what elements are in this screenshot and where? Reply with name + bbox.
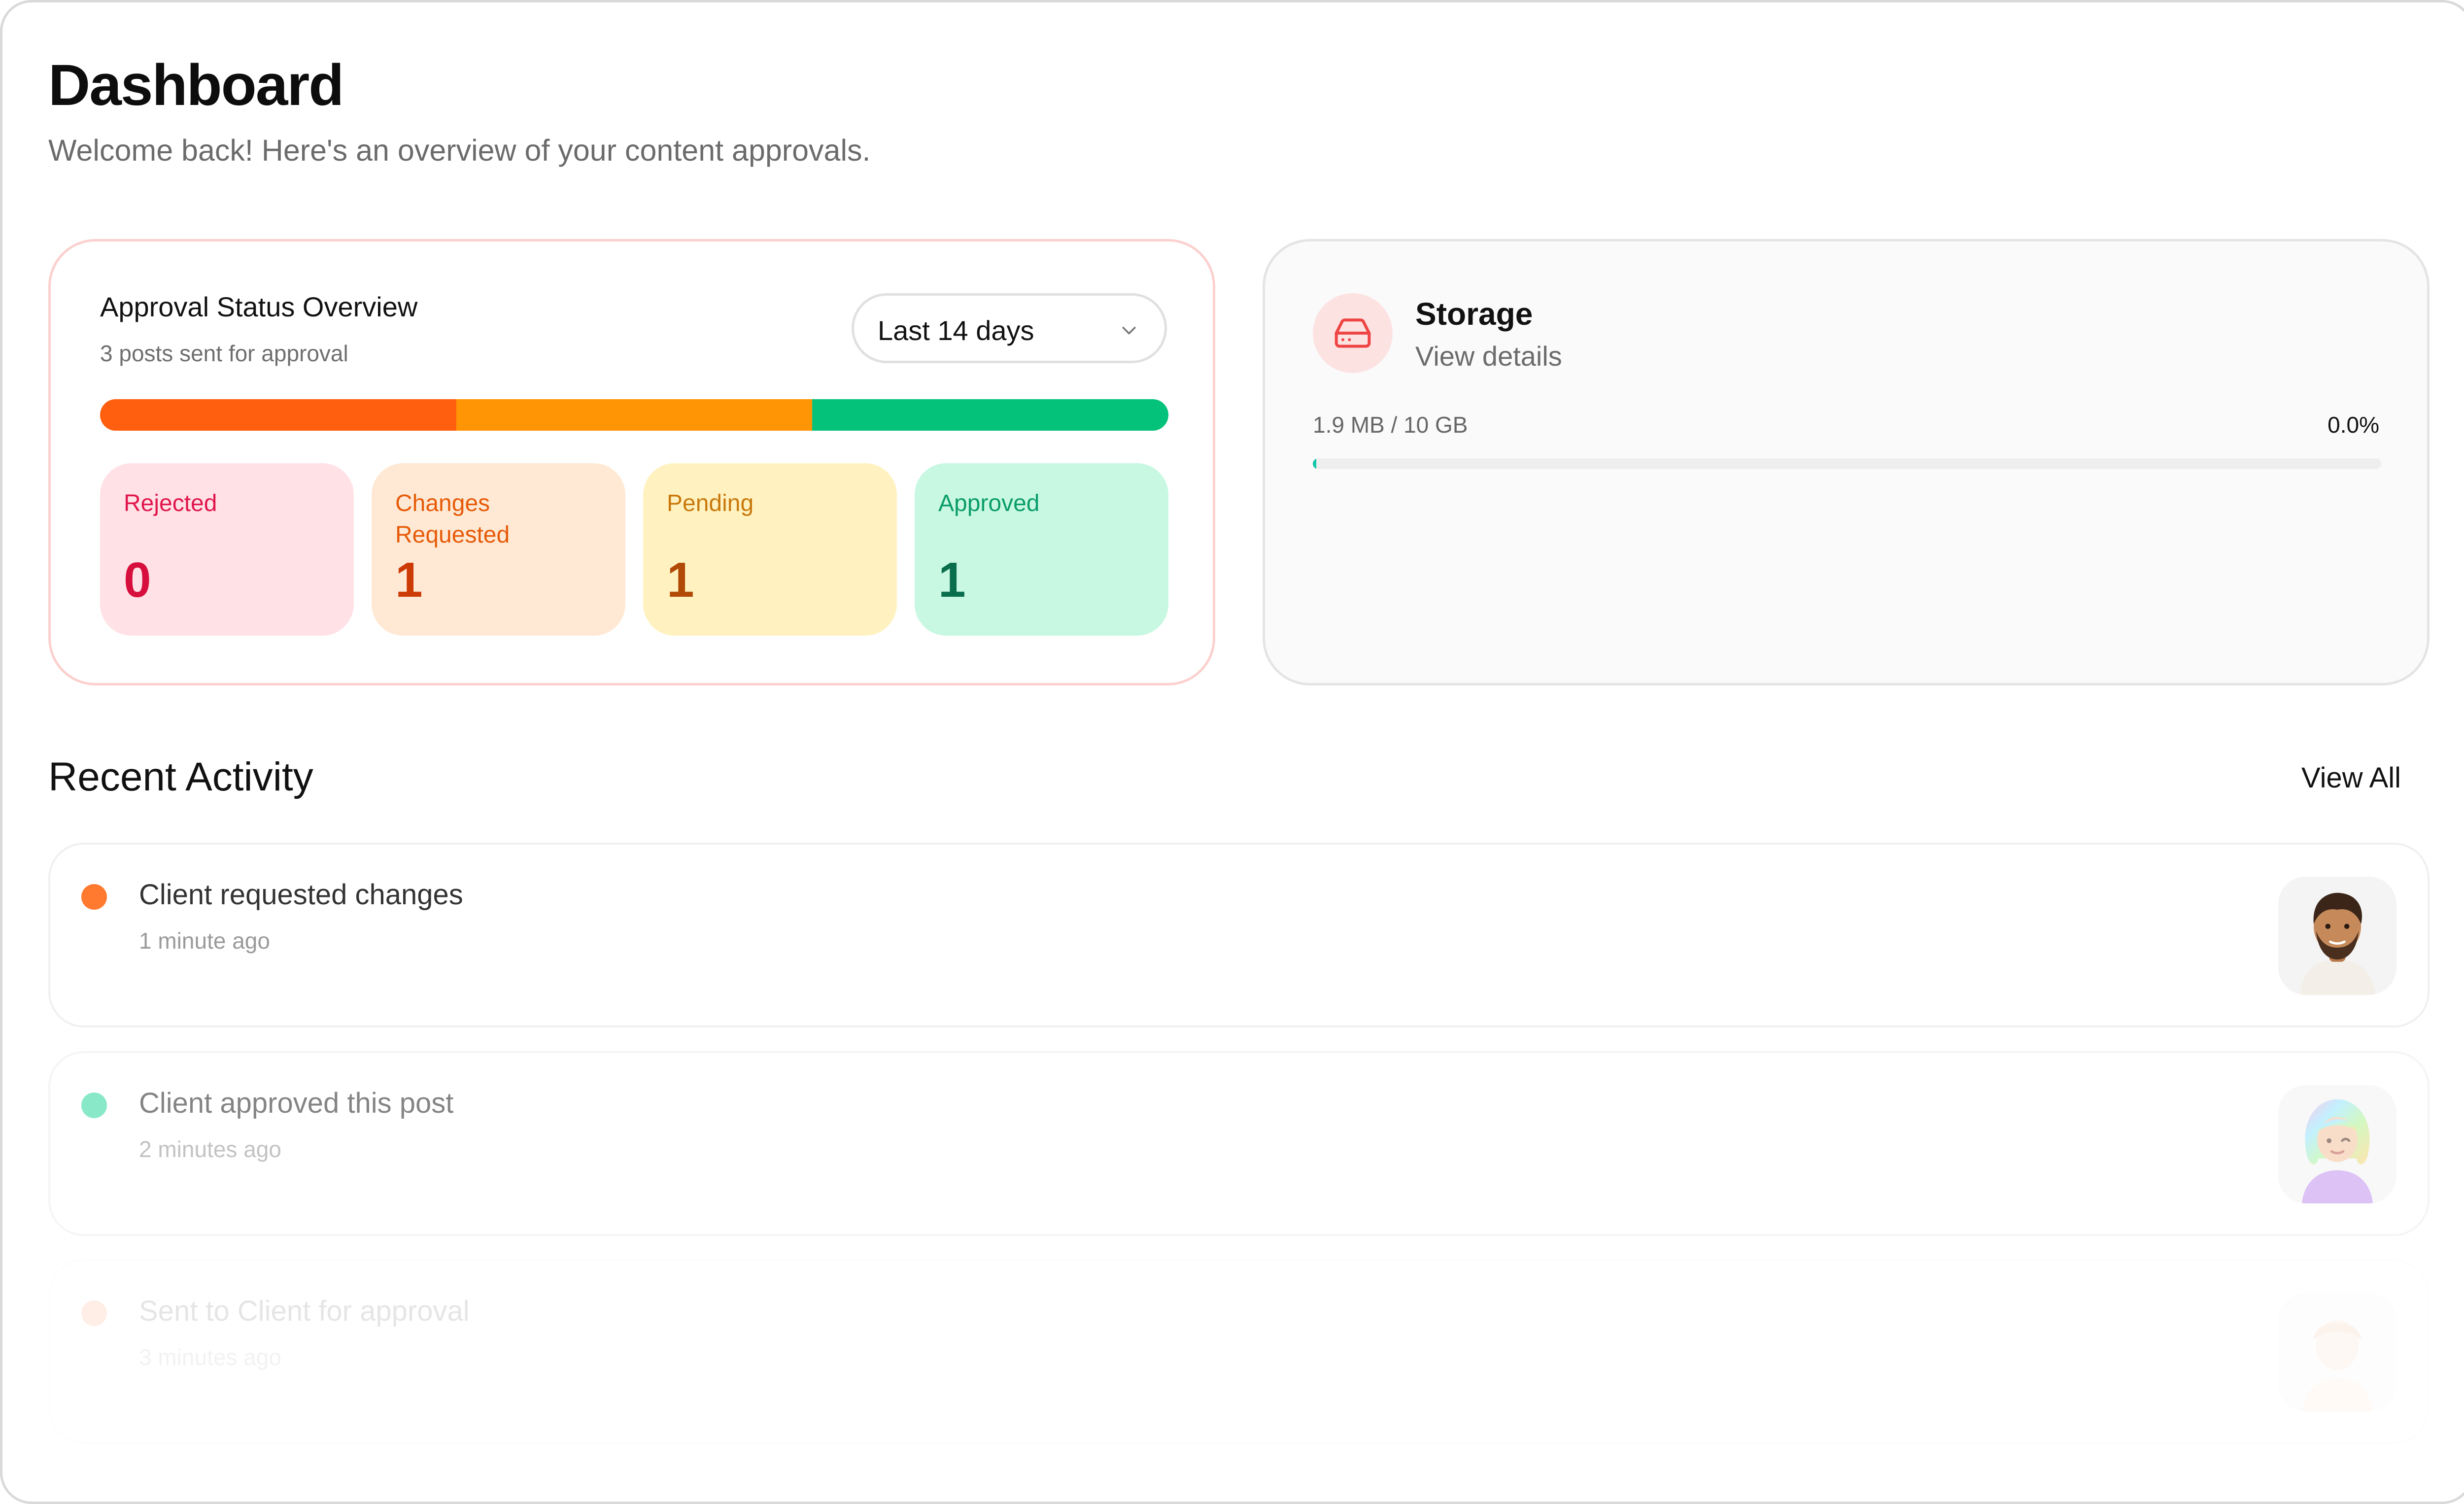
- activity-time: 1 minute ago: [139, 928, 270, 954]
- rejected-label: Rejected: [124, 490, 217, 516]
- recent-activity-title: Recent Activity: [48, 754, 313, 799]
- approved-count: 1: [938, 552, 966, 608]
- activity-item[interactable]: Sent to Client for approval 3 minutes ag…: [48, 1259, 2430, 1444]
- hard-drive-icon: [1335, 318, 1371, 348]
- storage-title: Storage: [1415, 296, 1533, 332]
- storage-percent-text: 0.0%: [2327, 412, 2379, 438]
- rejected-count: 0: [124, 552, 151, 608]
- storage-usage-text: 1.9 MB / 10 GB: [1313, 412, 1468, 438]
- storage-view-details-link[interactable]: View details: [1415, 340, 1562, 372]
- status-bar-segment-changes-requested: [100, 399, 456, 431]
- rainbow-hair-woman-avatar: [2278, 1085, 2396, 1203]
- activity-time: 2 minutes ago: [139, 1136, 281, 1162]
- date-range-select[interactable]: Last 14 days: [852, 293, 1167, 363]
- activity-text: Client requested changes: [139, 879, 463, 911]
- chevron-down-icon: [1119, 320, 1139, 340]
- status-progress-bar: [100, 399, 1168, 431]
- approval-card-subtitle: 3 posts sent for approval: [100, 341, 348, 366]
- status-dot: [81, 884, 107, 910]
- storage-progress-fill: [1313, 458, 1316, 469]
- bearded-man-avatar: [2278, 877, 2396, 995]
- status-dot: [81, 1300, 107, 1326]
- page-title: Dashboard: [48, 53, 344, 118]
- approval-card-title: Approval Status Overview: [100, 291, 418, 322]
- status-bar-segment-approved: [812, 399, 1168, 431]
- status-dot: [81, 1093, 107, 1118]
- activity-text: Client approved this post: [139, 1087, 454, 1119]
- app-frame: Dashboard Welcome back! Here's an overvi…: [0, 0, 2464, 1504]
- date-range-value: Last 14 days: [878, 315, 1034, 346]
- pending-label: Pending: [667, 490, 754, 516]
- approved-tile[interactable]: Approved 1: [915, 463, 1168, 636]
- changes-requested-tile[interactable]: Changes Requested 1: [372, 463, 625, 636]
- approved-label: Approved: [938, 490, 1040, 516]
- approval-status-card: Approval Status Overview 3 posts sent fo…: [48, 239, 1215, 685]
- view-all-link[interactable]: View All: [2301, 761, 2401, 794]
- storage-icon-badge: [1313, 293, 1393, 373]
- pending-count: 1: [667, 552, 694, 608]
- pending-tile[interactable]: Pending 1: [643, 463, 897, 636]
- page-subtitle: Welcome back! Here's an overview of your…: [48, 134, 871, 167]
- activity-time: 3 minutes ago: [139, 1344, 281, 1370]
- activity-text: Sent to Client for approval: [139, 1295, 470, 1327]
- activity-item[interactable]: Client approved this post 2 minutes ago: [48, 1051, 2430, 1236]
- storage-card: Storage View details 1.9 MB / 10 GB 0.0%: [1263, 239, 2430, 685]
- changes-requested-count: 1: [395, 552, 423, 608]
- rejected-tile[interactable]: Rejected 0: [100, 463, 354, 636]
- storage-progress-track: [1313, 458, 2381, 469]
- activity-item[interactable]: Client requested changes 1 minute ago: [48, 843, 2430, 1027]
- changes-requested-label: Changes Requested: [395, 490, 510, 548]
- status-bar-segment-pending: [456, 399, 813, 431]
- user-avatar: [2278, 1293, 2396, 1411]
